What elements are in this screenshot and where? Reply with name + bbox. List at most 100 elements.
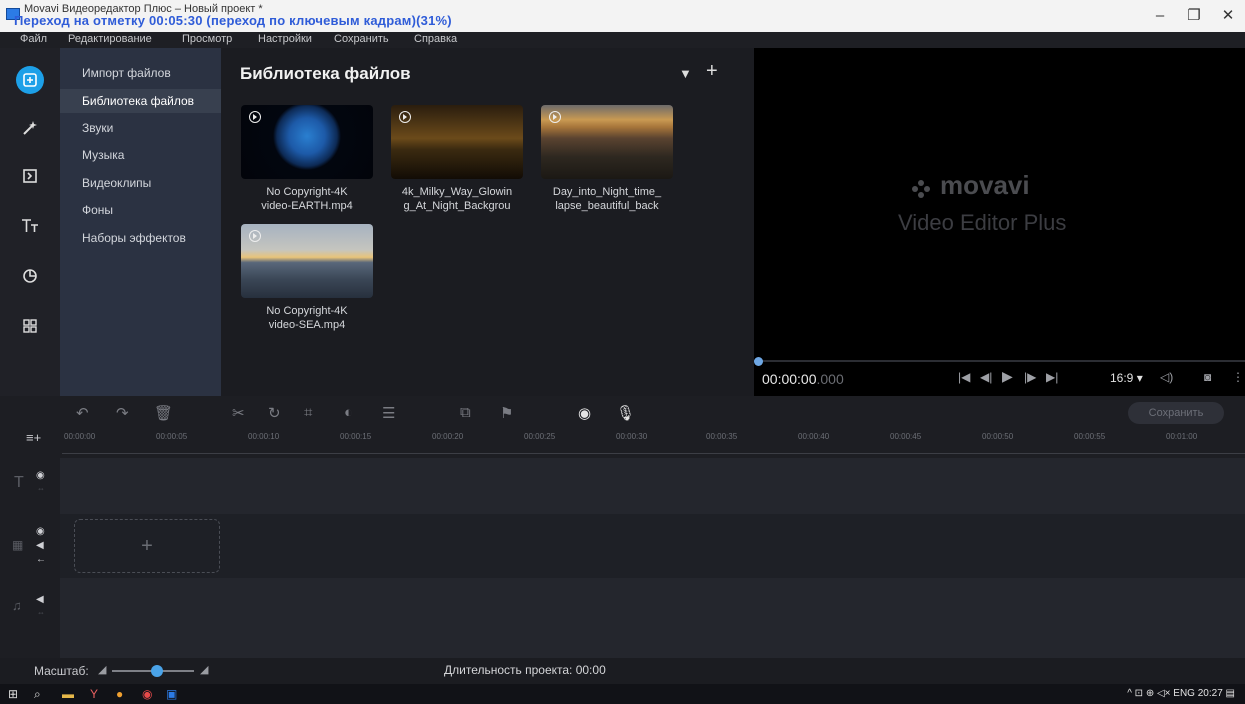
menu-settings[interactable]: Настройки bbox=[258, 33, 312, 45]
tool-rail bbox=[0, 48, 60, 396]
stickers-icon[interactable] bbox=[16, 262, 44, 290]
chrome-icon[interactable]: ● bbox=[116, 687, 123, 701]
play-icon bbox=[249, 111, 261, 123]
windows-start-icon[interactable]: ⊞ bbox=[8, 687, 18, 701]
rotate-icon[interactable]: ↻ bbox=[268, 404, 281, 422]
clip-milky-way[interactable]: 4k_Milky_Way_Glowin g_At_Night_Backgrou bbox=[391, 105, 523, 213]
category-music[interactable]: Музыка bbox=[60, 143, 221, 167]
maximize-button[interactable]: ❐ bbox=[1182, 6, 1206, 26]
menu-bar: Файл Редактирование Просмотр Настройки С… bbox=[0, 32, 1245, 48]
clip-day-into-night[interactable]: Day_into_Night_time_ lapse_beautiful_bac… bbox=[541, 105, 673, 213]
ruler-tick: 00:00:35 bbox=[706, 432, 738, 441]
play-icon bbox=[549, 111, 561, 123]
volume-icon[interactable]: ◁) bbox=[1160, 370, 1173, 384]
skip-end-icon[interactable]: ▶| bbox=[1046, 370, 1058, 384]
magic-wand-icon[interactable] bbox=[16, 114, 44, 142]
import-icon[interactable] bbox=[16, 66, 44, 94]
next-frame-icon[interactable]: |▶ bbox=[1024, 370, 1036, 384]
minimize-button[interactable]: – bbox=[1148, 6, 1172, 26]
audio-mute-icon[interactable]: ◀ bbox=[36, 594, 44, 605]
text-track-icon: T bbox=[14, 474, 24, 491]
cut-icon[interactable]: ✂ bbox=[232, 404, 245, 422]
clip-properties-icon[interactable]: ☰ bbox=[382, 404, 395, 422]
marker-flag-icon[interactable]: ⚑ bbox=[500, 404, 513, 422]
save-button[interactable]: Сохранить bbox=[1128, 402, 1224, 424]
record-app-icon[interactable]: ◉ bbox=[142, 687, 152, 701]
category-videoclips[interactable]: Видеоклипы bbox=[60, 171, 221, 195]
visibility-eye-icon[interactable]: ◉ bbox=[36, 470, 45, 481]
webcam-icon[interactable]: ◉ bbox=[578, 404, 591, 422]
keyframe-overlay-text: Переход на отметку 00:05:30 (переход по … bbox=[14, 13, 452, 28]
title-track[interactable]: T ◉ ⇔ bbox=[0, 458, 1245, 514]
delete-icon[interactable]: 🗑 bbox=[154, 404, 173, 422]
project-duration: Длительность проекта: 00:00 bbox=[444, 663, 606, 677]
ruler-tick: 00:00:30 bbox=[616, 432, 648, 441]
zoom-in-icon[interactable]: ◢ bbox=[200, 663, 208, 676]
zoom-slider-handle[interactable] bbox=[151, 665, 164, 677]
more-tools-icon[interactable] bbox=[16, 312, 44, 340]
crop-icon[interactable]: ⌗ bbox=[304, 404, 312, 421]
link-icon[interactable]: ⇔ bbox=[37, 608, 45, 617]
titles-icon[interactable] bbox=[16, 212, 44, 240]
transitions-icon[interactable] bbox=[16, 162, 44, 190]
link-icon[interactable]: ⇔ bbox=[37, 484, 45, 493]
clip-label: No Copyright-4K video-SEA.mp4 bbox=[266, 305, 348, 331]
add-file-icon[interactable]: + bbox=[706, 60, 718, 83]
title-bar: Movavi Видеоредактор Плюс – Новый проект… bbox=[0, 0, 1245, 32]
browser-y-icon[interactable]: Y bbox=[90, 687, 98, 701]
clip-earth[interactable]: No Copyright-4K video-EARTH.mp4 bbox=[241, 105, 373, 213]
more-options-icon[interactable]: ⋮ bbox=[1232, 370, 1244, 384]
snapshot-icon[interactable]: ◙ bbox=[1204, 370, 1211, 384]
mute-icon[interactable]: ◀ bbox=[36, 540, 44, 551]
category-sounds[interactable]: Звуки bbox=[60, 116, 221, 140]
close-button[interactable]: ✕ bbox=[1216, 6, 1240, 26]
play-icon bbox=[249, 230, 261, 242]
menu-help[interactable]: Справка bbox=[414, 33, 457, 45]
product-name: Video Editor Plus bbox=[898, 210, 1067, 235]
redo-icon[interactable]: ↷ bbox=[116, 404, 129, 422]
scrubber-handle[interactable] bbox=[754, 357, 763, 366]
category-backgrounds[interactable]: Фоны bbox=[60, 198, 221, 222]
ruler-tick: 00:00:25 bbox=[524, 432, 556, 441]
color-adjust-icon[interactable]: ◐ bbox=[344, 404, 353, 421]
audio-track[interactable]: ♫ ◀ ⇔ bbox=[0, 578, 1245, 658]
file-explorer-icon[interactable]: ▬ bbox=[62, 687, 74, 701]
clip-label: Day_into_Night_time_ lapse_beautiful_bac… bbox=[552, 186, 662, 212]
menu-file[interactable]: Файл bbox=[20, 33, 47, 45]
movavi-taskbar-icon[interactable]: ▣ bbox=[166, 687, 177, 701]
clip-sea[interactable]: No Copyright-4K video-SEA.mp4 bbox=[241, 224, 373, 332]
menu-view[interactable]: Просмотр bbox=[182, 33, 232, 45]
drop-media-zone[interactable]: + bbox=[74, 519, 220, 573]
title-track-header: T ◉ ⇔ bbox=[0, 458, 60, 514]
tray-text: ^ ⊡ ⊕ ◁× ENG 20:27 bbox=[1127, 688, 1223, 699]
zoom-out-icon[interactable]: ◢ bbox=[98, 663, 106, 676]
play-icon bbox=[399, 111, 411, 123]
search-icon[interactable]: ⌕ bbox=[34, 687, 41, 702]
category-library[interactable]: Библиотека файлов bbox=[60, 89, 221, 113]
system-tray: ^ ⊡ ⊕ ◁× ENG 20:27 ▤ bbox=[1127, 688, 1235, 699]
timecode: 00:00:00.000 bbox=[762, 371, 844, 387]
microphone-icon[interactable]: 🎙 bbox=[616, 404, 635, 422]
preview-scrubber[interactable] bbox=[754, 360, 1245, 362]
visibility-eye-icon[interactable]: ◉ bbox=[36, 526, 45, 537]
notification-icon[interactable]: ▤ bbox=[1226, 688, 1235, 699]
overlay-icon[interactable]: ⧉ bbox=[460, 404, 471, 421]
prev-frame-icon[interactable]: ◀| bbox=[980, 370, 992, 384]
time-ruler[interactable] bbox=[62, 446, 1245, 454]
skip-start-icon[interactable]: |◀ bbox=[958, 370, 970, 384]
play-button-icon[interactable]: ▶ bbox=[1002, 368, 1013, 385]
category-effect-packs[interactable]: Наборы эффектов bbox=[60, 226, 221, 250]
movavi-logo-icon bbox=[912, 180, 930, 198]
aspect-ratio-select[interactable]: 16:9 ▾ bbox=[1110, 371, 1143, 385]
clip-thumbnail bbox=[541, 105, 673, 179]
movavi-logo-text: movavi bbox=[940, 170, 1030, 200]
ruler-tick: 00:00:20 bbox=[432, 432, 464, 441]
add-track-icon[interactable]: ≡+ bbox=[26, 430, 41, 445]
category-import[interactable]: Импорт файлов bbox=[60, 61, 221, 85]
menu-edit[interactable]: Редактирование bbox=[68, 33, 152, 45]
filter-icon[interactable]: ▼ bbox=[679, 66, 692, 81]
undo-icon[interactable]: ↶ bbox=[76, 404, 89, 422]
category-panel: Импорт файлов Библиотека файлов Звуки Му… bbox=[60, 48, 221, 396]
lock-arrow-icon[interactable]: ← bbox=[36, 554, 46, 565]
menu-save[interactable]: Сохранить bbox=[334, 33, 389, 45]
